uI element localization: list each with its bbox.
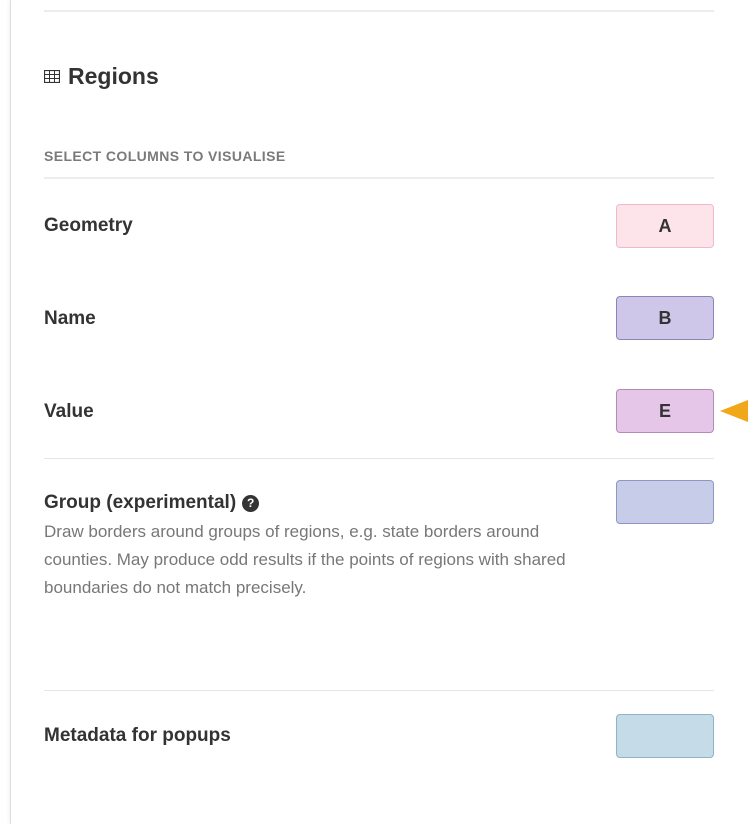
section-title: Regions [44, 58, 159, 94]
group-description: Draw borders around groups of regions, e… [44, 522, 566, 597]
top-divider [44, 10, 714, 12]
row-label-value: Value [44, 401, 94, 422]
section-title-text: Regions [68, 62, 159, 89]
group-label-text: Group (experimental) [44, 492, 237, 513]
row-name: Name B [44, 296, 714, 344]
geometry-column-button[interactable]: A [616, 204, 714, 248]
help-icon[interactable]: ? [242, 495, 260, 512]
table-icon [44, 69, 60, 83]
divider-group [44, 690, 714, 691]
row-label-metadata: Metadata for popups [44, 725, 231, 746]
row-geometry: Geometry A [44, 204, 714, 252]
name-column-button[interactable]: B [616, 296, 714, 340]
select-columns-subheader: SELECT COLUMNS TO VISUALISE [44, 145, 714, 179]
row-value: Value E [44, 389, 714, 437]
row-label-group: Group (experimental)? [44, 492, 260, 514]
metadata-column-button[interactable] [616, 714, 714, 758]
row-group: Group (experimental)? Draw borders aroun… [44, 480, 714, 670]
pointer-arrow-icon [720, 400, 748, 422]
divider-value [44, 458, 714, 459]
value-column-button[interactable]: E [616, 389, 714, 433]
row-label-name: Name [44, 308, 96, 329]
row-label-geometry: Geometry [44, 215, 133, 236]
group-column-button[interactable] [616, 480, 714, 524]
row-metadata: Metadata for popups [44, 714, 714, 762]
